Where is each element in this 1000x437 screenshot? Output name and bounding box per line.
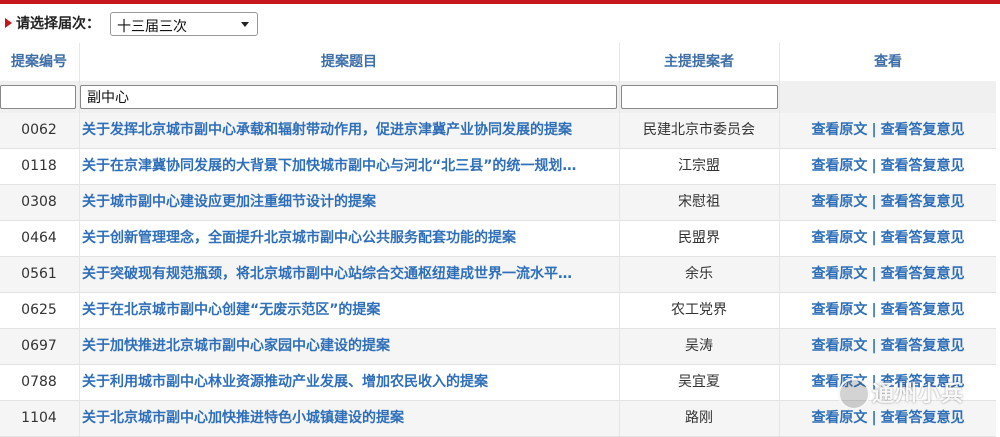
proposal-author: 江宗盟 [678,158,720,174]
proposal-id: 1104 [21,410,57,426]
proposal-title-link[interactable]: 关于突破现有规范瓶颈，将北京城市副中心站综合交通枢纽建成世界一流水平… [82,257,610,292]
proposal-id: 0464 [21,230,57,246]
arrow-right-icon [5,18,12,28]
view-original-link[interactable]: 查看原文 [811,194,867,210]
proposal-title-link[interactable]: 关于在京津冀协同发展的大背景下加快城市副中心与河北“北三县”的统一规划… [82,149,610,184]
view-reply-link[interactable]: 查看答复意见 [881,158,965,174]
proposal-id: 0788 [21,374,57,390]
column-divider [779,43,780,437]
session-label: 请选择届次： [16,16,100,32]
proposal-author: 余乐 [685,266,713,282]
action-separator: | [871,302,877,318]
filter-id-input[interactable] [0,85,76,109]
filter-row [0,81,996,113]
view-original-link[interactable]: 查看原文 [811,302,867,318]
header-actions: 查看 [874,54,902,70]
proposal-title-link[interactable]: 关于在北京城市副中心创建“无废示范区”的提案 [82,293,610,328]
view-original-link[interactable]: 查看原文 [811,230,867,246]
table-row: 0625 关于在北京城市副中心创建“无废示范区”的提案 农工党界 查看原文 | 查看答复意… [0,293,996,329]
view-original-link[interactable]: 查看原文 [811,266,867,282]
proposal-title-link[interactable]: 关于北京城市副中心加快推进特色小城镇建设的提案 [82,401,610,436]
action-separator: | [871,266,877,282]
action-separator: | [871,158,877,174]
table-row: 0697 关于加快推进北京城市副中心家园中心建设的提案 吴涛 查看原文 | 查看答复意见 [0,329,996,365]
proposal-actions: 查看原文 | 查看答复意见 [780,257,996,292]
session-dropdown-value: 十三届三次 [117,19,187,35]
header-author[interactable]: 主提提案者 [620,43,778,81]
proposal-author: 吴宜夏 [678,374,720,390]
proposal-author: 农工党界 [671,302,727,318]
proposal-title-link[interactable]: 关于利用城市副中心林业资源推动产业发展、增加农民收入的提案 [82,365,610,400]
table-header: 提案编号 提案题目 主提提案者 查看 [0,43,996,81]
header-title[interactable]: 提案题目 [80,43,618,81]
session-dropdown[interactable]: 十三届三次 [110,12,258,36]
filter-author-input[interactable] [621,85,778,109]
proposal-title-link[interactable]: 关于城市副中心建设应更加注重细节设计的提案 [82,185,610,220]
proposal-actions: 查看原文 | 查看答复意见 [780,221,996,256]
view-original-link[interactable]: 查看原文 [811,158,867,174]
proposal-id: 0561 [21,266,57,282]
proposal-author: 民建北京市委员会 [643,122,755,138]
view-original-link[interactable]: 查看原文 [811,338,867,354]
action-separator: | [871,194,877,210]
proposal-id: 0308 [21,194,57,210]
watermark-text: 通州小兵 [872,382,965,407]
table-row: 0308 关于城市副中心建设应更加注重细节设计的提案 宋慰祖 查看原文 | 查看答复意见 [0,185,996,221]
view-reply-link[interactable]: 查看答复意见 [881,122,965,138]
watermark: 通州小兵 [818,368,998,428]
proposal-id: 0625 [21,302,57,318]
action-separator: | [871,338,877,354]
proposal-actions: 查看原文 | 查看答复意见 [780,113,996,148]
proposal-id: 0062 [21,122,57,138]
filter-title-input[interactable] [80,85,617,109]
wechat-logo-icon [838,378,870,410]
table-row: 0464 关于创新管理理念，全面提升北京城市副中心公共服务配套功能的提案 民盟界 查看… [0,221,996,257]
header-id[interactable]: 提案编号 [0,43,78,81]
column-divider [619,43,620,437]
view-original-link[interactable]: 查看原文 [811,122,867,138]
proposal-actions: 查看原文 | 查看答复意见 [780,185,996,220]
view-reply-link[interactable]: 查看答复意见 [881,302,965,318]
proposal-id: 0118 [21,158,57,174]
view-reply-link[interactable]: 查看答复意见 [881,230,965,246]
table-row: 0062 关于发挥北京城市副中心承载和辐射带动作用，促进京津冀产业协同发展的提案 民… [0,113,996,149]
proposal-title-link[interactable]: 关于加快推进北京城市副中心家园中心建设的提案 [82,329,610,364]
chevron-down-icon [241,22,249,27]
view-reply-link[interactable]: 查看答复意见 [881,266,965,282]
proposal-author: 路刚 [685,410,713,426]
table-row: 0118 关于在京津冀协同发展的大背景下加快城市副中心与河北“北三县”的统一规划…… [0,149,996,185]
column-divider [79,43,80,437]
proposal-id: 0697 [21,338,57,354]
proposal-actions: 查看原文 | 查看答复意见 [780,293,996,328]
view-reply-link[interactable]: 查看答复意见 [881,194,965,210]
action-separator: | [871,230,877,246]
proposal-title-link[interactable]: 关于发挥北京城市副中心承载和辐射带动作用，促进京津冀产业协同发展的提案 [82,113,610,148]
proposal-author: 吴涛 [685,338,713,354]
proposal-author: 宋慰祖 [678,194,720,210]
proposal-actions: 查看原文 | 查看答复意见 [780,149,996,184]
proposal-title-link[interactable]: 关于创新管理理念，全面提升北京城市副中心公共服务配套功能的提案 [82,221,610,256]
session-selector-row: 请选择届次： 十三届三次 [0,4,1000,43]
table-row: 0561 关于突破现有规范瓶颈，将北京城市副中心站综合交通枢纽建成世界一流水平… 余… [0,257,996,293]
action-separator: | [871,122,877,138]
view-reply-link[interactable]: 查看答复意见 [881,338,965,354]
proposal-actions: 查看原文 | 查看答复意见 [780,329,996,364]
proposal-author: 民盟界 [678,230,720,246]
